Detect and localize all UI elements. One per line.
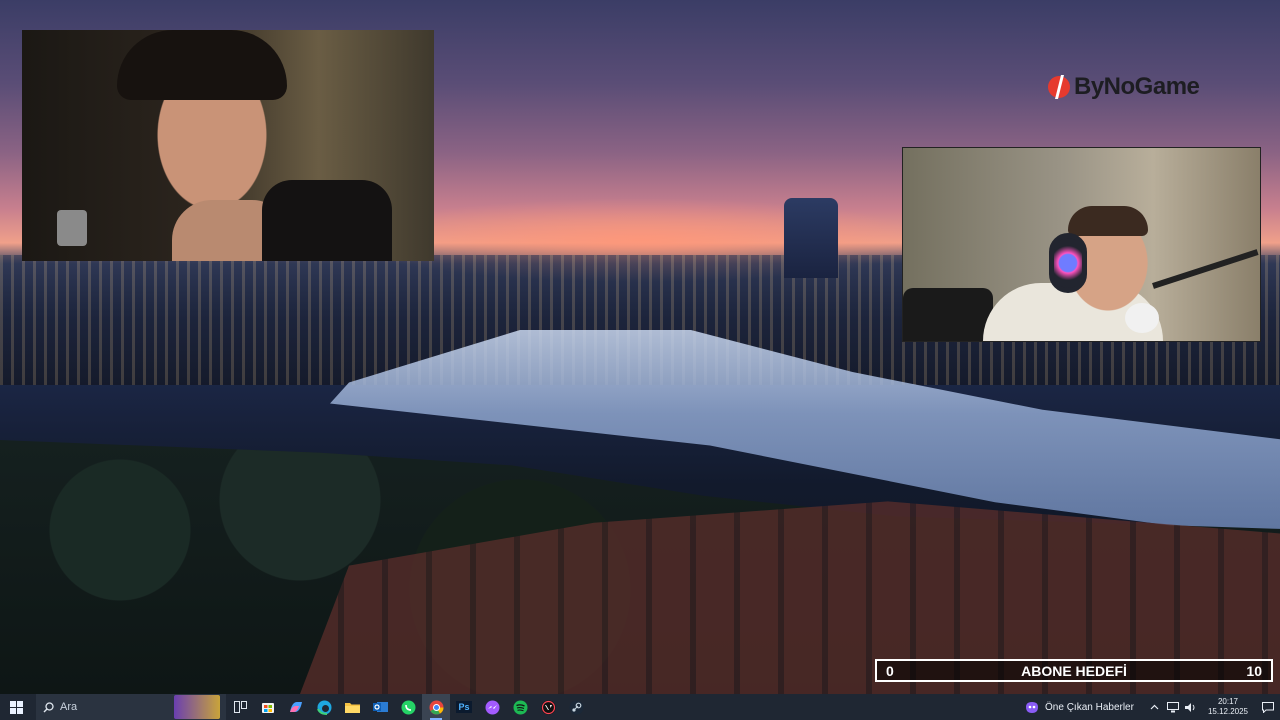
headset-icon bbox=[1049, 233, 1087, 293]
search-placeholder: Ara bbox=[60, 701, 78, 713]
search-icon bbox=[36, 701, 60, 713]
file-explorer-button[interactable] bbox=[338, 694, 366, 720]
search-highlight-image[interactable] bbox=[174, 695, 220, 719]
steam-button[interactable] bbox=[562, 694, 590, 720]
steam-icon bbox=[569, 700, 583, 714]
news-label: Öne Çıkan Haberler bbox=[1045, 701, 1134, 713]
goal-current: 0 bbox=[886, 662, 894, 679]
brand-name: ByNoGame bbox=[1074, 73, 1200, 100]
whatsapp-button[interactable] bbox=[394, 694, 422, 720]
microphone-icon bbox=[1125, 303, 1159, 333]
valorant-button[interactable] bbox=[534, 694, 562, 720]
system-tray: Öne Çıkan Haberler 20:17 15.12.2025 bbox=[1025, 694, 1280, 720]
file-explorer-icon bbox=[344, 703, 360, 713]
goal-target: 10 bbox=[1246, 662, 1262, 679]
outlook-icon bbox=[372, 702, 388, 712]
webcam-left bbox=[22, 30, 434, 261]
photoshop-icon: Ps bbox=[456, 701, 472, 713]
task-view-icon bbox=[233, 701, 247, 713]
webcam-left-mug bbox=[57, 210, 87, 246]
store-button[interactable] bbox=[254, 694, 282, 720]
copilot-button[interactable] bbox=[282, 694, 310, 720]
webcam-right-chair bbox=[903, 288, 993, 341]
clock-date: 15.12.2025 bbox=[1207, 707, 1248, 716]
volume-button[interactable] bbox=[1182, 694, 1200, 720]
goal-title: ABONE HEDEFİ bbox=[1021, 662, 1127, 679]
webcam-left-hair bbox=[117, 30, 287, 100]
task-view-button[interactable] bbox=[226, 694, 254, 720]
chevron-up-icon bbox=[1151, 704, 1159, 710]
taskbar-clock[interactable]: 20:17 15.12.2025 bbox=[1208, 697, 1248, 717]
network-icon bbox=[1166, 701, 1179, 712]
start-button[interactable] bbox=[0, 694, 32, 720]
whatsapp-icon bbox=[401, 700, 415, 714]
mic-arm bbox=[1152, 249, 1259, 289]
outlook-button[interactable] bbox=[366, 694, 394, 720]
clock-time: 20:17 bbox=[1217, 697, 1238, 706]
valorant-icon bbox=[541, 700, 555, 714]
tray-overflow-button[interactable] bbox=[1146, 694, 1164, 720]
messenger-icon bbox=[485, 700, 499, 714]
taskbar-search[interactable]: Ara bbox=[36, 694, 226, 720]
webcam-right-hair bbox=[1068, 206, 1148, 236]
wallpaper-skyscraper bbox=[784, 198, 838, 278]
volume-icon bbox=[1184, 702, 1195, 712]
network-button[interactable] bbox=[1164, 694, 1182, 720]
photoshop-button[interactable]: Ps bbox=[450, 694, 478, 720]
chrome-icon bbox=[429, 700, 443, 714]
edge-button[interactable] bbox=[310, 694, 338, 720]
store-icon bbox=[262, 703, 274, 713]
spotify-button[interactable] bbox=[506, 694, 534, 720]
webcam-right bbox=[902, 147, 1261, 342]
notifications-button[interactable] bbox=[1256, 694, 1280, 720]
windows-start-icon bbox=[9, 700, 23, 714]
bynogame-logo-icon bbox=[1048, 75, 1070, 99]
subscriber-goal-bar: ABONE HEDEFİ 0 10 bbox=[875, 659, 1273, 682]
notification-icon bbox=[1262, 701, 1274, 713]
edge-icon bbox=[316, 700, 331, 715]
webcam-left-shirt bbox=[262, 180, 392, 261]
messenger-button[interactable] bbox=[478, 694, 506, 720]
news-widget[interactable]: Öne Çıkan Haberler bbox=[1025, 701, 1134, 714]
chrome-button[interactable] bbox=[422, 694, 450, 720]
brand-logo: ByNoGame bbox=[1046, 70, 1200, 104]
taskbar: Ara Ps Öne Çıkan Haberler 20:17 15.12.20… bbox=[0, 694, 1280, 720]
desktop: ByNoGame ABONE HEDEFİ 0 10 bbox=[0, 0, 1280, 694]
copilot-icon bbox=[290, 702, 302, 712]
spotify-icon bbox=[513, 700, 527, 714]
news-widget-icon bbox=[1026, 701, 1039, 713]
